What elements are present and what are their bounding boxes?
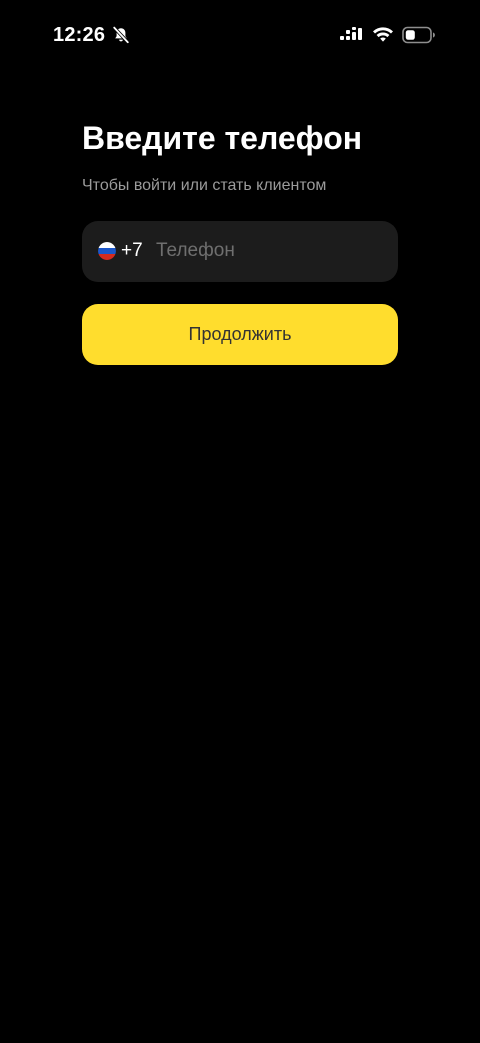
phone-field[interactable]: +7: [82, 221, 398, 282]
page-title: Введите телефон: [82, 120, 363, 156]
continue-button[interactable]: Продолжить: [82, 304, 398, 365]
cellular-icon: [340, 27, 362, 40]
country-code[interactable]: +7: [121, 239, 143, 263]
status-time: 12:26: [53, 24, 106, 46]
battery-icon: [402, 26, 435, 44]
russia-flag-icon[interactable]: [98, 242, 116, 260]
wifi-icon: [373, 27, 393, 42]
phone-input[interactable]: [156, 235, 382, 267]
status-bar: 12:26: [0, 0, 480, 70]
page-subtitle: Чтобы войти или стать клиентом: [82, 177, 327, 194]
bell-off-icon: [112, 26, 130, 44]
phone-login-screen: 12:26 Введите телефон Чтобы войти или ст…: [0, 0, 480, 1043]
